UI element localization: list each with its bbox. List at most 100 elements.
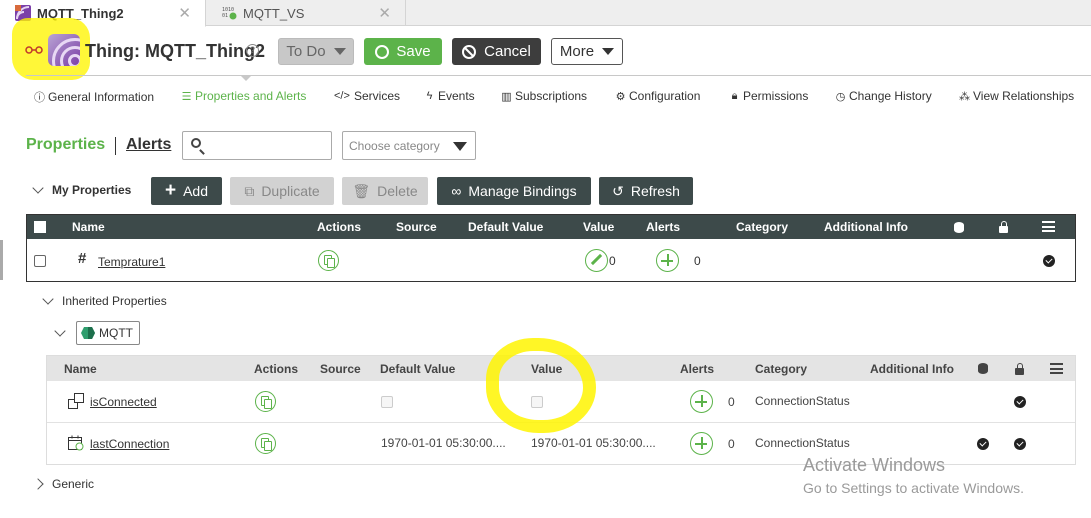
add-button[interactable]: + Add xyxy=(151,177,222,205)
check-icon xyxy=(1014,438,1026,450)
search-input[interactable] xyxy=(211,136,326,156)
number-type-icon: # xyxy=(78,250,87,267)
alert-count: 0 xyxy=(728,437,735,451)
copy-actions-icon[interactable] xyxy=(255,391,276,412)
generic-label: Generic xyxy=(52,477,95,491)
thing-template-icon xyxy=(81,327,95,339)
category-value: ConnectionStatus xyxy=(755,436,850,450)
chevron-down-icon xyxy=(42,293,54,305)
list-icon: ☰ xyxy=(181,90,192,103)
state-label: To Do xyxy=(286,43,326,60)
refresh-button[interactable]: ↺ Refresh xyxy=(599,177,693,205)
caret-down-icon xyxy=(453,142,467,151)
delete-label: Delete xyxy=(377,183,418,199)
default-value-checkbox xyxy=(381,396,393,408)
table-row[interactable]: # Temprature1 0 0 xyxy=(27,239,1075,281)
chevron-down-icon xyxy=(32,182,44,194)
nav-label: Permissions xyxy=(743,89,809,103)
tab-alerts[interactable]: Alerts xyxy=(126,136,171,154)
more-label: More xyxy=(559,43,595,60)
trash-icon: 🗑︎ xyxy=(352,182,371,199)
nav-label: Services xyxy=(354,89,401,103)
manage-bindings-button[interactable]: ∞ Manage Bindings xyxy=(437,177,591,205)
add-alert-icon[interactable] xyxy=(690,432,713,455)
close-icon[interactable]: ✕ xyxy=(178,4,191,22)
col-actions[interactable]: Actions xyxy=(317,220,361,234)
tab-mqtt-vs[interactable]: 1010 01 MQTT_VS ✕ xyxy=(206,0,406,26)
datetime-type-icon xyxy=(68,435,84,451)
nav-change-history[interactable]: ◷ Change History xyxy=(835,89,932,103)
nav-label: General Information xyxy=(48,90,155,104)
select-all-checkbox[interactable] xyxy=(34,221,46,233)
my-properties-label: My Properties xyxy=(52,183,132,197)
database-icon xyxy=(954,222,964,233)
col-default-value[interactable]: Default Value xyxy=(380,362,455,376)
nav-properties-and-alerts[interactable]: ☰ Properties and Alerts xyxy=(181,89,307,103)
nav-permissions[interactable]: 🔒︎ Permissions xyxy=(729,89,809,103)
copy-icon: ⧉ xyxy=(244,182,255,199)
save-button[interactable]: Save xyxy=(364,38,442,65)
grid-header: Name Actions Source Default Value Value … xyxy=(27,215,1075,239)
edit-icon[interactable] xyxy=(585,249,608,272)
inherited-properties-toggle[interactable]: Inherited Properties xyxy=(42,293,167,308)
col-alerts[interactable]: Alerts xyxy=(680,362,714,376)
col-additional-info[interactable]: Additional Info xyxy=(824,220,908,234)
property-name-link[interactable]: isConnected xyxy=(90,395,157,409)
cancel-button[interactable]: Cancel xyxy=(452,38,541,65)
add-alert-icon[interactable] xyxy=(690,390,713,413)
close-icon[interactable]: ✕ xyxy=(378,4,391,22)
row-checkbox[interactable] xyxy=(34,255,46,267)
copy-actions-icon[interactable] xyxy=(318,250,339,271)
col-category[interactable]: Category xyxy=(755,362,807,376)
nav-events[interactable]: ϟ Events xyxy=(424,89,475,103)
category-value: ConnectionStatus xyxy=(755,394,850,408)
nav-label: View Relationships xyxy=(973,89,1075,103)
tab-properties[interactable]: Properties xyxy=(26,136,105,154)
col-source[interactable]: Source xyxy=(320,362,361,376)
col-value[interactable]: Value xyxy=(583,220,614,234)
col-alerts[interactable]: Alerts xyxy=(646,220,680,234)
list-icon xyxy=(1050,363,1063,374)
manage-bindings-label: Manage Bindings xyxy=(468,183,577,199)
template-chip[interactable]: MQTT xyxy=(76,321,140,345)
col-name[interactable]: Name xyxy=(72,220,105,234)
state-dropdown[interactable]: To Do xyxy=(278,38,354,65)
more-dropdown[interactable]: More xyxy=(551,38,623,65)
copy-actions-icon[interactable] xyxy=(255,433,276,454)
category-select[interactable]: Choose category xyxy=(342,131,476,160)
check-icon xyxy=(977,438,989,450)
property-search[interactable] xyxy=(182,131,332,160)
help-icon[interactable]: ? xyxy=(246,44,259,57)
nav-subscriptions[interactable]: ▥ Subscriptions xyxy=(501,89,587,103)
add-label: Add xyxy=(183,183,209,199)
info-icon: ⓘ xyxy=(34,92,45,104)
property-name-link[interactable]: Temprature1 xyxy=(98,255,165,269)
property-name-link[interactable]: lastConnection xyxy=(90,437,169,451)
generic-toggle[interactable]: Generic xyxy=(32,477,95,491)
col-additional-info[interactable]: Additional Info xyxy=(870,362,954,376)
nav-view-relationships[interactable]: ⁂ View Relationships xyxy=(959,89,1074,103)
alert-count: 0 xyxy=(694,254,701,268)
refresh-label: Refresh xyxy=(630,183,680,199)
nav-general-information[interactable]: ⓘ General Information xyxy=(34,89,154,105)
delete-button[interactable]: 🗑︎ Delete xyxy=(342,177,428,205)
nav-services[interactable]: </> Services xyxy=(334,89,400,103)
chevron-down-icon[interactable] xyxy=(54,325,66,337)
duplicate-button[interactable]: ⧉ Duplicate xyxy=(230,177,334,205)
col-source[interactable]: Source xyxy=(396,220,437,234)
col-actions[interactable]: Actions xyxy=(254,362,298,376)
col-name[interactable]: Name xyxy=(64,362,97,376)
property-value: 0 xyxy=(609,254,616,268)
chevron-right-icon xyxy=(32,478,44,490)
col-category[interactable]: Category xyxy=(736,220,788,234)
document-tab-strip: MQTT_Thing2 ✕ 1010 01 MQTT_VS ✕ xyxy=(0,0,1091,27)
nav-configuration[interactable]: ⚙ Configuration xyxy=(615,89,701,103)
template-group: MQTT xyxy=(54,321,140,345)
add-alert-icon[interactable] xyxy=(656,249,679,272)
col-default-value[interactable]: Default Value xyxy=(468,220,543,234)
page-title: Thing: MQTT_Thing2 xyxy=(85,41,265,61)
alert-count: 0 xyxy=(728,395,735,409)
relationships-icon: ⁂ xyxy=(959,90,970,103)
nav-label: Configuration xyxy=(629,89,701,103)
my-properties-toggle[interactable]: My Properties xyxy=(32,182,132,197)
